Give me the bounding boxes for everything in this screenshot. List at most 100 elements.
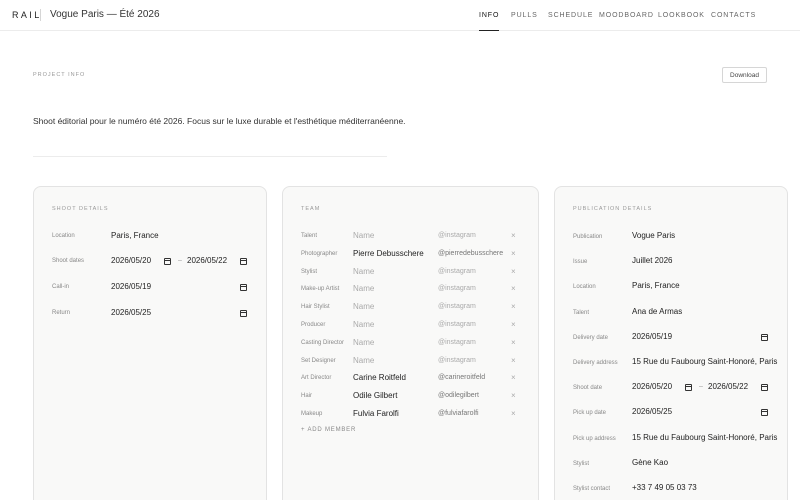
team-instagram-input[interactable]: @instagram (438, 339, 476, 346)
team-instagram-input[interactable]: @instagram (438, 321, 476, 328)
team-name-input[interactable]: Name (353, 356, 374, 365)
remove-member-icon[interactable]: × (511, 267, 516, 276)
team-name-input[interactable]: Name (353, 231, 374, 240)
team-role-label: Hair Stylist (301, 304, 330, 311)
team-role-label: Photographer (301, 250, 338, 257)
stylist-input[interactable]: Gène Kao (632, 458, 668, 467)
remove-member-icon[interactable]: × (511, 284, 516, 293)
team-name-input[interactable]: Carine Roitfeld (353, 373, 406, 382)
team-name-input[interactable]: Odile Gilbert (353, 391, 397, 400)
add-member-button[interactable]: + ADD MEMBER (301, 427, 356, 433)
team-instagram-input[interactable]: @instagram (438, 303, 476, 310)
callin-date-input[interactable]: 2026/05/19 (111, 282, 151, 291)
nav-tab-pulls[interactable]: PULLS (511, 0, 538, 31)
return-date-input[interactable]: 2026/05/25 (111, 308, 151, 317)
project-title: Vogue Paris — Été 2026 (50, 9, 160, 20)
delivery-date-label: Delivery date (573, 334, 609, 341)
shoot-start-date-input[interactable]: 2026/05/20 (111, 256, 151, 265)
calendar-icon[interactable] (240, 284, 247, 291)
stylist-label: Stylist (573, 460, 590, 467)
calendar-icon[interactable] (761, 384, 768, 392)
calendar-icon[interactable] (240, 258, 247, 265)
remove-member-icon[interactable]: × (511, 409, 516, 418)
stylist-contact-input[interactable]: +33 7 49 05 03 73 (632, 483, 697, 492)
team-role-label: Casting Director (301, 339, 345, 346)
remove-member-icon[interactable]: × (511, 320, 516, 329)
shoot-location-input[interactable]: Paris, France (111, 231, 159, 240)
team-name-input[interactable]: Name (353, 267, 374, 276)
team-name-input[interactable]: Pierre Debusschere (353, 249, 424, 258)
download-button[interactable]: Download (722, 67, 767, 83)
callin-label: Call-in (52, 284, 70, 290)
team-role-label: Producer (301, 322, 326, 328)
team-role-label: Talent (301, 233, 318, 239)
publication-label: Publication (573, 234, 603, 240)
team-instagram-input[interactable]: @instagram (438, 357, 476, 364)
publication-input[interactable]: Vogue Paris (632, 231, 675, 240)
team-name-input[interactable]: Fulvia Farolfi (353, 409, 399, 418)
talent-input[interactable]: Ana de Armas (632, 307, 682, 316)
pick-up-address-input[interactable]: 15 Rue du Faubourg Saint-Honoré, Paris (632, 433, 777, 442)
remove-member-icon[interactable]: × (511, 338, 516, 347)
remove-member-icon[interactable]: × (511, 231, 516, 240)
remove-member-icon[interactable]: × (511, 391, 516, 400)
delivery-address-input[interactable]: 15 Rue du Faubourg Saint-Honoré, Paris (632, 357, 777, 366)
remove-member-icon[interactable]: × (511, 373, 516, 382)
shoot-end-date-input[interactable]: 2026/05/22 (187, 256, 227, 265)
location-input[interactable]: Paris, France (632, 281, 680, 290)
team-name-input[interactable]: Name (353, 320, 374, 329)
team-name-input[interactable]: Name (353, 284, 374, 293)
date-range-separator: – (699, 383, 703, 391)
team-instagram-input[interactable]: @odilegilbert (438, 392, 479, 399)
pick-up-date-label: Pick up date (573, 410, 607, 417)
pick-up-date-input[interactable]: 2026/05/25 (632, 407, 672, 416)
team-name-input[interactable]: Name (353, 302, 374, 311)
nav-tab-contacts[interactable]: CONTACTS (711, 0, 756, 31)
talent-label: Talent (573, 309, 590, 316)
calendar-icon[interactable] (685, 384, 692, 392)
return-label: Return (52, 310, 71, 316)
delivery-address-label: Delivery address (573, 360, 618, 366)
remove-member-icon[interactable]: × (511, 302, 516, 311)
delivery-date-input[interactable]: 2026/05/19 (632, 332, 672, 341)
stylist-contact-label: Stylist contact (573, 486, 611, 492)
team-instagram-input[interactable]: @instagram (438, 285, 476, 292)
calendar-icon[interactable] (164, 258, 171, 265)
team-instagram-input[interactable]: @instagram (438, 232, 476, 239)
shoot-dates-label: Shoot dates (52, 258, 85, 264)
publication-details-title: PUBLICATION DETAILS (573, 206, 653, 212)
team-title: TEAM (301, 206, 321, 212)
nav-tab-moodboard[interactable]: MOODBOARD (599, 0, 654, 31)
shoot-location-label: Location (52, 233, 75, 239)
description-underline (33, 156, 387, 157)
shoot-details-title: SHOOT DETAILS (52, 206, 109, 212)
project-description[interactable]: Shoot éditorial pour le numéro été 2026.… (33, 116, 406, 126)
brand-logo[interactable]: RAIL (12, 10, 42, 20)
remove-member-icon[interactable]: × (511, 356, 516, 365)
team-name-input[interactable]: Name (353, 338, 374, 347)
nav-tab-lookbook[interactable]: LOOKBOOK (658, 0, 705, 31)
team-instagram-input[interactable]: @pierredebusschere (438, 250, 503, 257)
issue-input[interactable]: Juillet 2026 (632, 256, 672, 265)
pick-up-address-label: Pick up address (573, 435, 616, 442)
team-instagram-input[interactable]: @carineroitfeld (438, 374, 485, 381)
team-instagram-input[interactable]: @fulviafarolfi (438, 410, 479, 417)
team-role-label: Stylist (301, 268, 318, 275)
location-label: Location (573, 284, 596, 291)
project-info-label: PROJECT INFO (33, 72, 86, 78)
shoot-date-label: Shoot date (573, 385, 603, 392)
team-instagram-input[interactable]: @instagram (438, 268, 476, 275)
top-bar: RAIL Vogue Paris — Été 2026 INFO PULLS S… (0, 0, 800, 31)
date-range-separator: – (178, 257, 182, 264)
nav-tab-schedule[interactable]: SCHEDULE (548, 0, 593, 31)
calendar-icon[interactable] (761, 333, 768, 341)
remove-member-icon[interactable]: × (511, 249, 516, 258)
nav-tab-info[interactable]: INFO (479, 0, 500, 31)
brand-divider (40, 9, 41, 21)
team-role-label: Makeup (301, 411, 323, 417)
shoot-date-end-input[interactable]: 2026/05/22 (708, 382, 748, 391)
calendar-icon[interactable] (240, 310, 247, 317)
calendar-icon[interactable] (761, 409, 768, 417)
shoot-date-input[interactable]: 2026/05/20 (632, 382, 672, 391)
team-role-label: Set Designer (301, 357, 336, 364)
